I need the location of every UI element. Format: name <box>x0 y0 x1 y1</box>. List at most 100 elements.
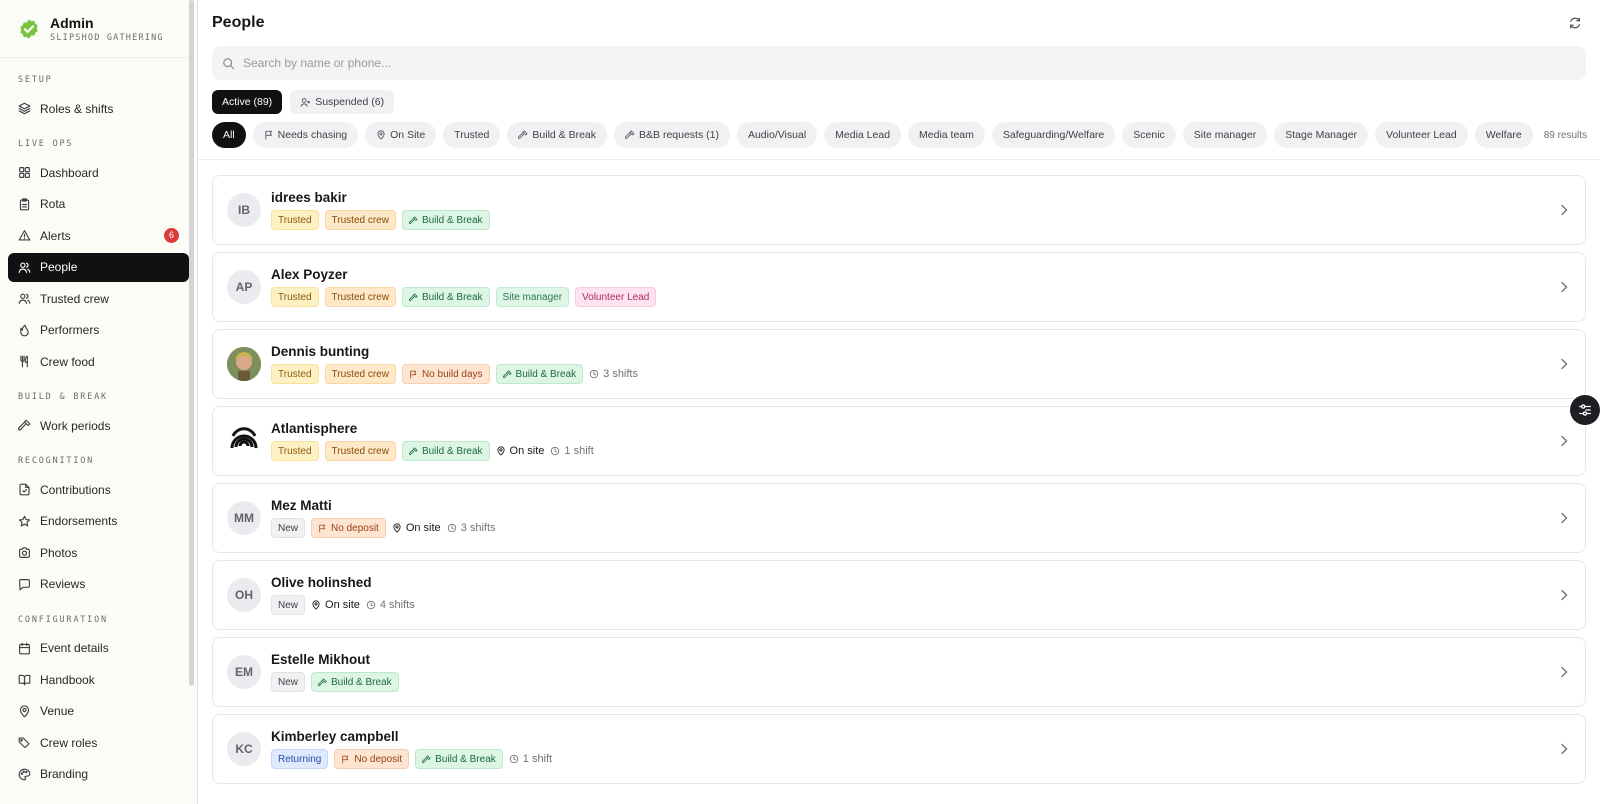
tag-build-and-break: Build & Break <box>415 749 503 769</box>
chevron-right-icon[interactable] <box>1559 589 1569 601</box>
sidebar-item-people[interactable]: People <box>8 252 189 282</box>
sidebar-item-crew-roles[interactable]: Crew roles <box>8 728 189 757</box>
chevron-right-icon[interactable] <box>1559 666 1569 678</box>
tag-label: Trusted <box>278 368 312 380</box>
tag-label: New <box>278 599 299 611</box>
filter-chip-build-and-break[interactable]: Build & Break <box>507 122 608 148</box>
filter-chip-stage-manager[interactable]: Stage Manager <box>1274 122 1369 148</box>
person-card[interactable]: IB idrees bakir Trusted Trusted crew Build &… <box>212 175 1586 245</box>
main-content: People Active (89) Suspended (6) All Need… <box>198 0 1600 804</box>
filter-chip-safeguarding-welfare[interactable]: Safeguarding/Welfare <box>991 122 1116 148</box>
avatar: MM <box>227 501 261 535</box>
filter-chip-media-lead[interactable]: Media Lead <box>824 122 902 148</box>
person-card[interactable]: Atlantisphere Trusted Trusted crew Build & … <box>212 406 1586 476</box>
chevron-right-icon[interactable] <box>1559 281 1569 293</box>
tag-site-manager: Site manager <box>495 287 570 307</box>
sidebar-item-work-periods[interactable]: Work periods <box>8 411 189 440</box>
person-tags: New Build & Break <box>271 672 399 692</box>
chevron-right-icon[interactable] <box>1559 743 1569 755</box>
search-icon <box>223 57 235 69</box>
person-card[interactable]: Dennis bunting Trusted Trusted crew No buil… <box>212 329 1586 399</box>
pin-icon <box>377 130 385 140</box>
sidebar-item-label: Dashboard <box>40 165 99 180</box>
meta-3-shifts: 3 shifts <box>447 522 496 534</box>
filter-chip-all[interactable]: All <box>212 122 246 148</box>
tag-build-and-break: Build & Break <box>401 210 490 230</box>
chevron-right-icon[interactable] <box>1559 435 1569 447</box>
tab-suspended[interactable]: Suspended (6) <box>290 90 395 114</box>
person-card[interactable]: EM Estelle Mikhout New Build & Break <box>212 637 1586 707</box>
filter-chip-welfare[interactable]: Welfare <box>1474 122 1533 148</box>
sidebar-item-venue[interactable]: Venue <box>8 697 189 726</box>
person-name: Dennis bunting <box>271 344 370 359</box>
refresh-icon[interactable] <box>1568 16 1582 30</box>
hammer-icon <box>502 369 512 378</box>
sidebar-item-roles-and-shifts[interactable]: Roles & shifts <box>8 94 189 123</box>
sidebar-item-branding[interactable]: Branding <box>8 760 189 789</box>
filter-chip-audio-visual[interactable]: Audio/Visual <box>736 122 818 148</box>
sidebar-item-trusted-crew[interactable]: Trusted crew <box>8 284 189 313</box>
filter-chip-scenic[interactable]: Scenic <box>1122 122 1176 148</box>
filter-chip-site-manager[interactable]: Site manager <box>1182 122 1268 148</box>
person-card[interactable]: KC Kimberley campbell Returning No deposit B… <box>212 714 1586 784</box>
chevron-right-icon[interactable] <box>1559 512 1569 524</box>
chevron-right-icon[interactable] <box>1559 204 1569 216</box>
sidebar-item-event-details[interactable]: Event details <box>8 634 189 663</box>
search-bar[interactable] <box>212 46 1586 80</box>
tag-label: Trusted <box>278 291 312 303</box>
sidebar-scrollbar[interactable] <box>189 0 194 686</box>
chevron-right-icon[interactable] <box>1559 358 1569 370</box>
sidebar-item-endorsements[interactable]: Endorsements <box>8 507 189 536</box>
sidebar-item-rota[interactable]: Rota <box>8 190 189 219</box>
sidebar-item-label: Venue <box>40 704 75 718</box>
filter-chip-label: B&B requests (1) <box>639 129 719 141</box>
sidebar-item-label: Crew food <box>40 354 95 369</box>
tab-active[interactable]: Active (89) <box>212 90 283 114</box>
sidebar-item-photos[interactable]: Photos <box>8 538 189 567</box>
filter-chip-bandb-requests-1[interactable]: B&B requests (1) <box>614 122 730 148</box>
filter-chip-media-team[interactable]: Media team <box>908 122 985 148</box>
sidebar-item-handbook[interactable]: Handbook <box>8 665 189 694</box>
clock-icon <box>551 446 560 456</box>
sidebar-item-label: Alerts <box>40 228 71 243</box>
floating-action-button[interactable] <box>1570 395 1600 425</box>
avatar: OH <box>227 578 261 612</box>
sidebar-item-contributions[interactable]: Contributions <box>8 475 189 504</box>
filter-chip-label: Needs chasing <box>277 129 348 141</box>
tag-label: Trusted crew <box>331 291 389 303</box>
tag-build-and-break: Build & Break <box>311 672 399 692</box>
brand-header: Admin SLIPSHOD GATHERING <box>0 0 197 58</box>
sidebar-item-alerts[interactable]: Alerts 6 <box>8 221 189 250</box>
sidebar-item-reviews[interactable]: Reviews <box>8 570 189 599</box>
person-card[interactable]: MM Mez Matti New No deposit On site 3 shifts <box>212 483 1586 553</box>
clock-icon <box>509 754 518 764</box>
sidebar-item-crew-food[interactable]: Crew food <box>8 347 189 376</box>
tag-label: Trusted crew <box>331 368 389 380</box>
sidebar-item-label: Photos <box>40 545 78 560</box>
tag-new: New <box>271 595 306 615</box>
search-input[interactable] <box>243 56 1576 70</box>
tag-label: Build & Break <box>331 676 392 688</box>
tag-label: Trusted crew <box>331 214 389 226</box>
filter-chip-trusted[interactable]: Trusted <box>443 122 501 148</box>
pin-icon <box>393 523 401 533</box>
person-card[interactable]: AP Alex Poyzer Trusted Trusted crew Build & … <box>212 252 1586 322</box>
person-card[interactable]: OH Olive holinshed New On site 4 shifts <box>212 560 1586 630</box>
meta-on-site: On site <box>392 522 441 534</box>
tag-label: No deposit <box>354 753 403 765</box>
person-tags: Trusted Trusted crew Build & Break On site 1… <box>271 441 594 461</box>
filter-chip-volunteer-lead[interactable]: Volunteer Lead <box>1375 122 1468 148</box>
meta-label: On site <box>509 445 545 457</box>
meta-4-shifts: 4 shifts <box>366 599 415 611</box>
star-icon <box>18 515 31 526</box>
avatar: IB <box>227 193 261 227</box>
page-title: People <box>212 14 265 31</box>
filter-chip-on-site[interactable]: On Site <box>365 122 437 148</box>
person-name: Atlantisphere <box>271 421 358 436</box>
meta-1-shift: 1 shift <box>550 445 594 457</box>
filter-chip-needs-chasing[interactable]: Needs chasing <box>252 122 359 148</box>
message-icon <box>19 578 30 590</box>
brand-subtitle: SLIPSHOD GATHERING <box>50 32 164 43</box>
sidebar-item-dashboard[interactable]: Dashboard <box>8 158 189 187</box>
sidebar-item-performers[interactable]: Performers <box>8 316 189 345</box>
